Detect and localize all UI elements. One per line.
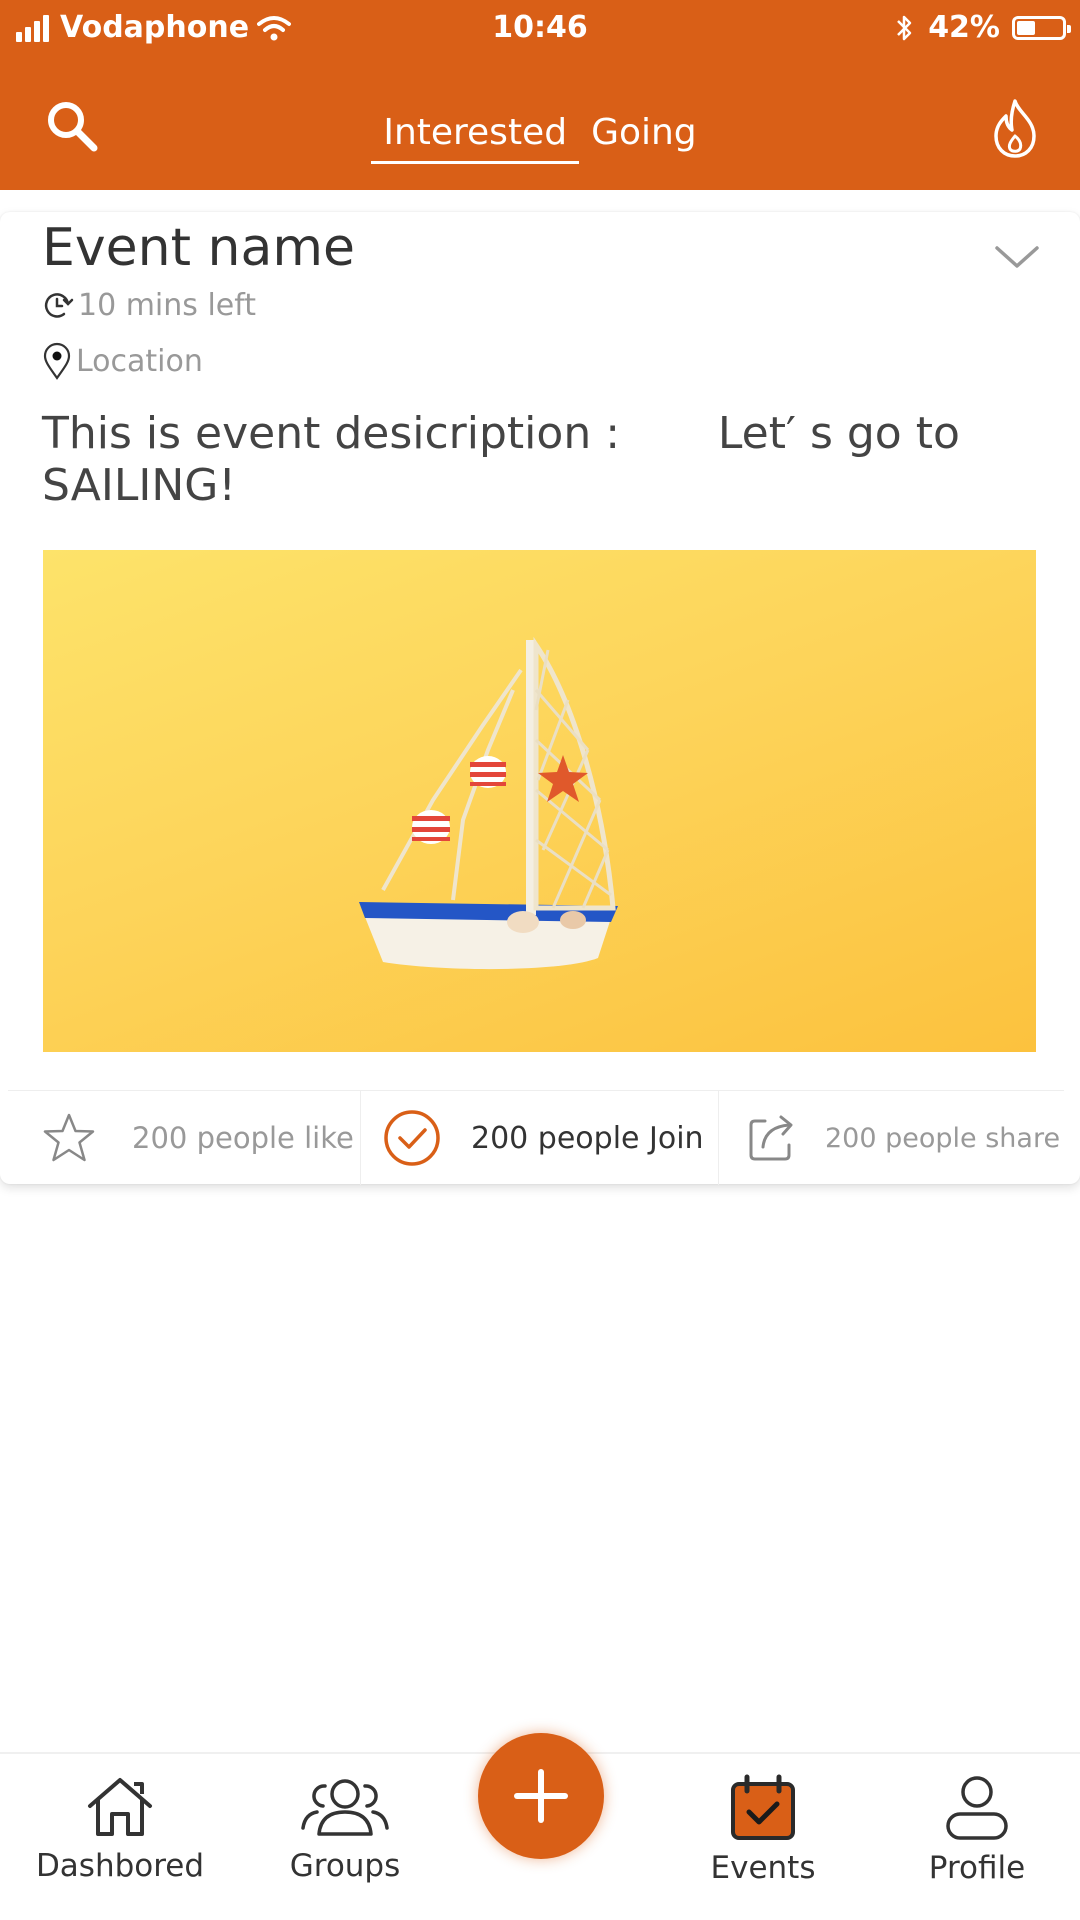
nav-events[interactable]: Events — [683, 1774, 843, 1886]
time-left: 10 mins left — [78, 288, 257, 323]
nav-dashboard[interactable]: Dashbored — [36, 1774, 204, 1884]
location-pin-icon — [43, 342, 71, 380]
event-image[interactable] — [43, 550, 1036, 1052]
share-button[interactable]: 200 people share — [718, 1091, 1064, 1185]
nav-label-dashboard: Dashbored — [35, 1848, 205, 1884]
join-count: 200 people Join — [471, 1120, 704, 1156]
action-bar: 200 people like 200 people Join 200 peop… — [8, 1090, 1064, 1185]
location: Location — [76, 343, 203, 379]
fire-icon[interactable] — [990, 98, 1040, 160]
sailboat-illustration — [359, 636, 618, 970]
like-button[interactable]: 200 people like — [8, 1091, 360, 1185]
bluetooth-icon — [897, 15, 912, 40]
event-description: This is event desicription : Let′ s go t… — [42, 408, 974, 511]
chevron-down-icon[interactable] — [994, 242, 1040, 272]
calendar-check-icon — [731, 1774, 795, 1840]
nav-label-events: Events — [710, 1850, 816, 1886]
check-circle-icon — [384, 1110, 440, 1166]
event-card[interactable]: Event name 10 mins left Location This is… — [0, 212, 1080, 1185]
event-name: Event name — [42, 218, 355, 278]
nav-bar: Interested Going — [0, 60, 1080, 190]
profile-icon — [946, 1776, 1008, 1840]
time-left-row: 10 mins left — [42, 288, 256, 323]
nav-groups[interactable]: Groups — [265, 1774, 425, 1884]
event-tabs: Interested Going — [0, 112, 1080, 164]
clock-icon — [44, 292, 74, 318]
add-event-button[interactable] — [478, 1733, 604, 1859]
groups-icon — [301, 1779, 389, 1836]
share-count: 200 people share — [825, 1122, 1061, 1154]
battery-level — [1017, 20, 1035, 35]
location-row: Location — [42, 342, 203, 380]
events-screen: Vodaphone 10:46 42% Interested Going Eve… — [0, 0, 1080, 1920]
header: Vodaphone 10:46 42% Interested Going — [0, 0, 1080, 190]
nav-label-profile: Profile — [928, 1850, 1026, 1886]
join-button[interactable]: 200 people Join — [360, 1091, 718, 1185]
nav-profile[interactable]: Profile — [897, 1774, 1057, 1886]
home-icon — [88, 1778, 152, 1836]
like-count: 200 people like — [132, 1121, 354, 1155]
battery-icon — [1012, 15, 1071, 40]
nav-label-groups: Groups — [289, 1848, 401, 1884]
plus-icon — [514, 1769, 568, 1823]
status-bar: Vodaphone 10:46 42% — [0, 0, 1080, 60]
star-icon — [43, 1113, 95, 1162]
share-icon — [749, 1115, 793, 1161]
battery-percent: 42% — [928, 10, 1000, 45]
tab-interested[interactable]: Interested — [371, 112, 580, 164]
tab-going[interactable]: Going — [579, 112, 709, 164]
